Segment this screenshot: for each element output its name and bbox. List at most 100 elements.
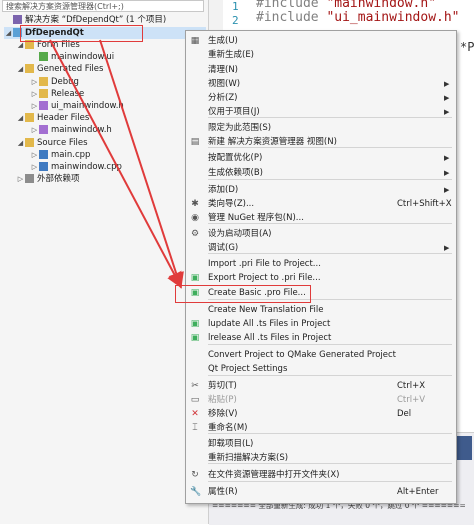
tree-item-main-cpp[interactable]: ▷ main.cpp (30, 149, 206, 161)
tree-item-mainwindow-cpp[interactable]: ▷ mainwindow.cpp (30, 161, 206, 173)
menu-item-s[interactable]: 重新扫描解决方案(S) (186, 451, 456, 465)
expand-arrow-icon[interactable]: ▷ (30, 76, 39, 88)
menu-item-g[interactable]: 调试(G) ▶ (186, 241, 456, 255)
menu-item-m[interactable]: ⌶ 重命名(M) (186, 421, 456, 435)
expand-arrow-icon[interactable]: ▷ (30, 88, 39, 100)
menu-item-label: 添加(D) (208, 185, 239, 195)
menu-item-p[interactable]: 按配置优化(P) ▶ (186, 151, 456, 165)
tree-item-label: ui_mainwindow.h (51, 101, 124, 111)
class-wizard-icon: ✱ (191, 199, 199, 209)
tree-item-label: main.cpp (51, 150, 91, 160)
expand-arrow-icon[interactable]: ◢ (16, 112, 25, 124)
new-view-icon: ▤ (190, 137, 200, 147)
tree-item-label: Generated Files (37, 64, 104, 74)
menu-item-lrelease-all-ts-files-in-project[interactable]: ▣ lrelease All .ts Files in Project (186, 331, 456, 345)
menu-item-j[interactable]: 仅用于项目(J) ▶ (186, 105, 456, 119)
menu-item-convert-project-to-qmake-generated-project[interactable]: Convert Project to QMake Generated Proje… (186, 348, 456, 362)
expand-arrow-icon[interactable]: ◢ (4, 27, 13, 39)
menu-item-qt-project-settings[interactable]: Qt Project Settings (186, 362, 456, 376)
startup-icon: ⚙ (190, 229, 200, 239)
menu-item-u[interactable]: ▦ 生成(U) (186, 34, 456, 48)
menu-item-e[interactable]: 重新生成(E) (186, 48, 456, 62)
menu-item-label: 设为启动项目(A) (208, 229, 272, 239)
menu-item-l[interactable]: 卸载项目(L) (186, 437, 456, 451)
file-icon (39, 52, 48, 61)
menu-item-label: 调试(G) (208, 243, 239, 253)
menu-item-z[interactable]: 分析(Z) ▶ (186, 91, 456, 105)
menu-item-label: Qt Project Settings (208, 364, 288, 374)
submenu-arrow-icon: ▶ (444, 154, 450, 162)
export-pri-icon: ▣ (190, 273, 200, 283)
menu-item-lupdate-all-ts-files-in-project[interactable]: ▣ lupdate All .ts Files in Project (186, 317, 456, 331)
menu-item-p[interactable]: ▭ 粘贴(P) Ctrl+V (186, 393, 456, 407)
tree-item-debug[interactable]: ▷ Debug (30, 76, 206, 88)
menu-item-label: 卸载项目(L) (208, 439, 254, 449)
expand-arrow-icon[interactable]: ◢ (16, 137, 25, 149)
menu-item-b[interactable]: 生成依赖项(B) ▶ (186, 166, 456, 180)
menu-item-n[interactable]: 清理(N) (186, 63, 456, 77)
menu-item-shortcut: Ctrl+Shift+X (397, 199, 452, 209)
menu-item-n[interactable]: ▤ 新建 解决方案资源管理器 视图(N) (186, 135, 456, 149)
menu-item-s[interactable]: 限定为此范围(S) (186, 121, 456, 135)
open-folder-icon: ↻ (191, 470, 199, 480)
menu-item-label: 生成依赖项(B) (208, 168, 263, 178)
menu-item-d[interactable]: 添加(D) ▶ (186, 183, 456, 197)
tree-item-label: mainwindow.ui (51, 52, 115, 62)
folder-icon (39, 77, 48, 86)
menu-item-label: 管理 NuGet 程序包(N)... (208, 213, 304, 223)
menu-item-nuget-n[interactable]: ◉ 管理 NuGet 程序包(N)... (186, 211, 456, 225)
tree-item-generated-files[interactable]: ◢ Generated Files (16, 63, 206, 75)
code-string: "ui_mainwindow.h" (318, 10, 460, 25)
expand-arrow-icon[interactable]: ▷ (30, 124, 39, 136)
menu-item-label: 移除(V) (208, 409, 238, 419)
menu-item-label: 清理(N) (208, 65, 238, 75)
file-icon (39, 125, 48, 134)
menu-item-label: Export Project to .pri File... (208, 273, 321, 283)
tree-item-release[interactable]: ▷ Release (30, 88, 206, 100)
menu-item-a[interactable]: ⚙ 设为启动项目(A) (186, 227, 456, 241)
tree-item-label: Release (51, 89, 85, 99)
tree-item-external-deps[interactable]: ▷ 外部依赖项 (16, 173, 206, 185)
line-number: 1 (232, 0, 239, 13)
remove-icon: ✕ (191, 409, 199, 419)
expand-arrow-icon[interactable]: ▷ (30, 161, 39, 173)
menu-item-label: 属性(R) (208, 487, 238, 497)
menu-item-label: 粘贴(P) (208, 395, 237, 405)
menu-item-label: 重新生成(E) (208, 50, 255, 60)
lupdate-icon: ▣ (190, 319, 200, 329)
menu-item-t[interactable]: ✂ 剪切(T) Ctrl+X (186, 379, 456, 393)
tree-item-ui-mainwindow-h[interactable]: ▷ ui_mainwindow.h (30, 100, 206, 112)
expand-arrow-icon[interactable]: ▷ (30, 100, 39, 112)
paste-icon: ▭ (190, 395, 200, 405)
submenu-arrow-icon: ▶ (444, 186, 450, 194)
menu-item-w[interactable]: 视图(W) ▶ (186, 77, 456, 91)
tree-item-mainwindow-ui[interactable]: mainwindow.ui (30, 51, 206, 63)
menu-item-r[interactable]: 🔧 属性(R) Alt+Enter (186, 485, 456, 499)
search-input[interactable]: 搜索解决方案资源管理器(Ctrl+;) (2, 0, 204, 12)
line-number: 2 (232, 14, 239, 27)
menu-item-create-new-translation-file[interactable]: Create New Translation File (186, 303, 456, 317)
expand-arrow-icon[interactable]: ◢ (16, 63, 25, 75)
menu-item-shortcut: Ctrl+X (397, 381, 426, 391)
cut-icon: ✂ (191, 381, 199, 391)
menu-item-label: Convert Project to QMake Generated Proje… (208, 350, 396, 360)
tree-item-source-files[interactable]: ◢ Source Files (16, 137, 206, 149)
tree-item-header-files[interactable]: ◢ Header Files (16, 112, 206, 124)
menu-item-z[interactable]: ✱ 类向导(Z)... Ctrl+Shift+X (186, 197, 456, 211)
tree-item-label: Header Files (37, 113, 90, 123)
expand-arrow-icon[interactable]: ▷ (16, 173, 25, 185)
file-icon (39, 162, 48, 171)
tree-item-label: 外部依赖项 (37, 174, 80, 184)
build-icon: ▦ (190, 36, 200, 46)
menu-item-v[interactable]: ✕ 移除(V) Del (186, 407, 456, 421)
tree-item-mainwindow-h[interactable]: ▷ mainwindow.h (30, 124, 206, 136)
menu-item-export-project-to-pri-file[interactable]: ▣ Export Project to .pri File... (186, 271, 456, 285)
context-menu: ▦ 生成(U) 重新生成(E) 清理(N) 视图(W) ▶ 分析(Z) ▶ 仅用于项目(J) ▶ 限… (185, 30, 457, 504)
menu-item-label: 分析(Z) (208, 93, 238, 103)
references-icon (25, 174, 34, 183)
file-icon (39, 150, 48, 159)
menu-item-x[interactable]: ↻ 在文件资源管理器中打开文件夹(X) (186, 468, 456, 482)
expand-arrow-icon[interactable]: ▷ (30, 149, 39, 161)
menu-item-import-pri-file-to-project[interactable]: Import .pri File to Project... (186, 257, 456, 271)
folder-icon (25, 64, 34, 73)
